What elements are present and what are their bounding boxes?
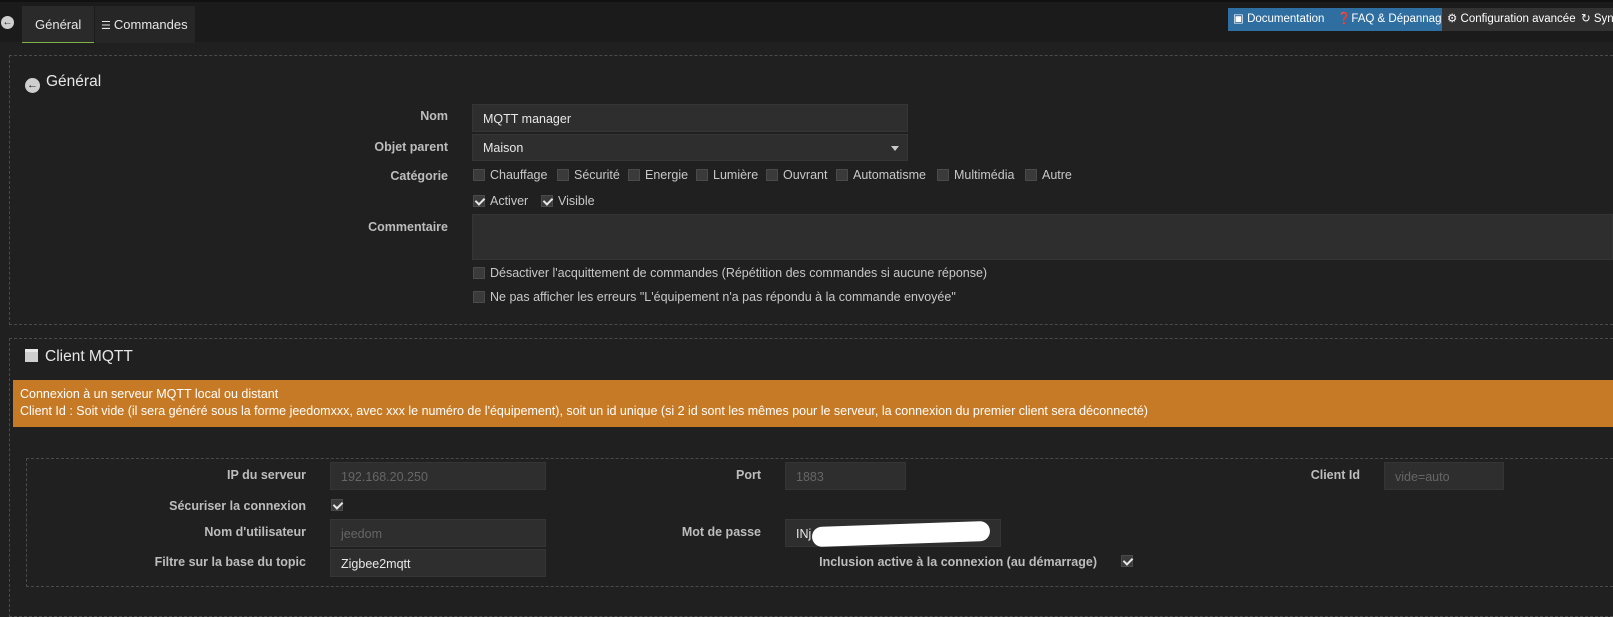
parent-object-value: Maison bbox=[483, 141, 524, 155]
server-ip-input[interactable]: 192.168.20.250 bbox=[330, 462, 546, 490]
port-input[interactable]: 1883 bbox=[785, 462, 906, 490]
parent-object-label: Objet parent bbox=[374, 140, 448, 154]
category-label-energie: Energie bbox=[645, 168, 689, 182]
topic-filter-label: Filtre sur la base du topic bbox=[154, 555, 306, 569]
server-ip-label: IP du serveur bbox=[227, 468, 306, 482]
inclusion-label: Inclusion active à la connexion (au déma… bbox=[819, 555, 1097, 569]
general-legend: ← Général bbox=[25, 73, 101, 93]
category-checkbox-securite[interactable] bbox=[557, 169, 569, 181]
comment-label: Commentaire bbox=[368, 220, 448, 234]
advanced-config-label: Configuration avancée bbox=[1460, 13, 1576, 25]
hide-errors-checkbox[interactable] bbox=[473, 291, 485, 303]
category-checkbox-automatisme[interactable] bbox=[836, 169, 848, 181]
secure-connection-label: Sécuriser la connexion bbox=[169, 499, 306, 513]
activate-checkbox[interactable] bbox=[473, 195, 485, 207]
client-id-input[interactable]: vide=auto bbox=[1384, 462, 1504, 490]
alert-line-2: Client Id : Soit vide (il sera généré so… bbox=[20, 404, 1148, 418]
disable-ack-checkbox[interactable] bbox=[473, 267, 485, 279]
category-label-ouvrant: Ouvrant bbox=[783, 168, 828, 182]
info-alert: Connexion à un serveur MQTT local ou dis… bbox=[13, 380, 1613, 427]
username-input[interactable]: jeedom bbox=[330, 519, 546, 547]
category-label-securite: Sécurité bbox=[574, 168, 620, 182]
arrow-circle-left-icon[interactable]: ← bbox=[25, 78, 40, 93]
password-label: Mot de passe bbox=[681, 525, 761, 539]
documentation-button[interactable]: ▣ Documentation bbox=[1228, 8, 1332, 31]
inclusion-checkbox[interactable] bbox=[1121, 555, 1133, 567]
book-icon: ▣ bbox=[1233, 13, 1248, 25]
name-label: Nom bbox=[420, 109, 448, 123]
client-id-label: Client Id bbox=[1310, 468, 1360, 482]
tab-commands[interactable]: ☰ Commandes bbox=[95, 6, 195, 43]
parent-object-select[interactable]: Maison bbox=[472, 134, 908, 161]
tab-commands-label: Commandes bbox=[113, 17, 188, 32]
cogs-icon: ⚙ bbox=[1447, 13, 1461, 25]
client-mqtt-legend: Client MQTT bbox=[25, 348, 133, 366]
category-checkbox-energie[interactable] bbox=[628, 169, 640, 181]
secure-connection-checkbox[interactable] bbox=[331, 499, 343, 511]
category-label-lumiere: Lumière bbox=[713, 168, 759, 182]
topic-filter-input[interactable]: Zigbee2mqtt bbox=[330, 549, 546, 577]
port-label: Port bbox=[736, 468, 761, 482]
alert-line-1: Connexion à un serveur MQTT local ou dis… bbox=[20, 387, 279, 401]
top-bar: ← Général ☰ Commandes ▣ Documentation ❓FA… bbox=[0, 0, 1613, 43]
disable-ack-label: Désactiver l'acquittement de commandes (… bbox=[490, 266, 988, 280]
calendar-icon bbox=[25, 349, 38, 362]
back-arrow-icon[interactable]: ← bbox=[1, 16, 14, 29]
sync-button[interactable]: ↻ Syn bbox=[1576, 8, 1613, 31]
password-value: INj bbox=[796, 527, 812, 541]
category-checkbox-autre[interactable] bbox=[1025, 169, 1037, 181]
faq-label: FAQ & Dépannage bbox=[1351, 13, 1442, 25]
hide-errors-label: Ne pas afficher les erreurs "L'équipemen… bbox=[490, 290, 956, 304]
faq-button[interactable]: ❓FAQ & Dépannage bbox=[1332, 8, 1442, 31]
tab-general-label: Général bbox=[35, 17, 82, 32]
visible-label: Visible bbox=[558, 194, 595, 208]
category-label-chauffage: Chauffage bbox=[490, 168, 548, 182]
documentation-label: Documentation bbox=[1247, 13, 1325, 25]
chevron-down-icon bbox=[891, 146, 899, 151]
username-label: Nom d'utilisateur bbox=[204, 525, 306, 539]
client-mqtt-legend-text: Client MQTT bbox=[45, 348, 133, 365]
activate-label: Activer bbox=[490, 194, 529, 208]
general-legend-text: Général bbox=[46, 73, 102, 90]
question-icon: ❓ bbox=[1337, 13, 1352, 25]
category-label-automatisme: Automatisme bbox=[853, 168, 926, 182]
category-checkbox-multimedia[interactable] bbox=[937, 169, 949, 181]
refresh-icon: ↻ bbox=[1581, 13, 1594, 25]
category-label-autre: Autre bbox=[1042, 168, 1072, 182]
name-input[interactable]: MQTT manager bbox=[472, 104, 908, 132]
general-fieldset bbox=[9, 55, 1613, 325]
category-checkbox-lumiere[interactable] bbox=[696, 169, 708, 181]
category-label-multimedia: Multimédia bbox=[954, 168, 1015, 182]
sync-label: Syn bbox=[1593, 13, 1613, 25]
category-label: Catégorie bbox=[390, 169, 448, 183]
list-icon: ☰ bbox=[101, 20, 111, 32]
category-checkbox-chauffage[interactable] bbox=[473, 169, 485, 181]
category-checkbox-ouvrant[interactable] bbox=[766, 169, 778, 181]
tab-general[interactable]: Général bbox=[22, 6, 94, 43]
comment-textarea[interactable] bbox=[472, 214, 1613, 260]
visible-checkbox[interactable] bbox=[541, 195, 553, 207]
advanced-config-button[interactable]: ⚙ Configuration avancée bbox=[1442, 8, 1576, 31]
